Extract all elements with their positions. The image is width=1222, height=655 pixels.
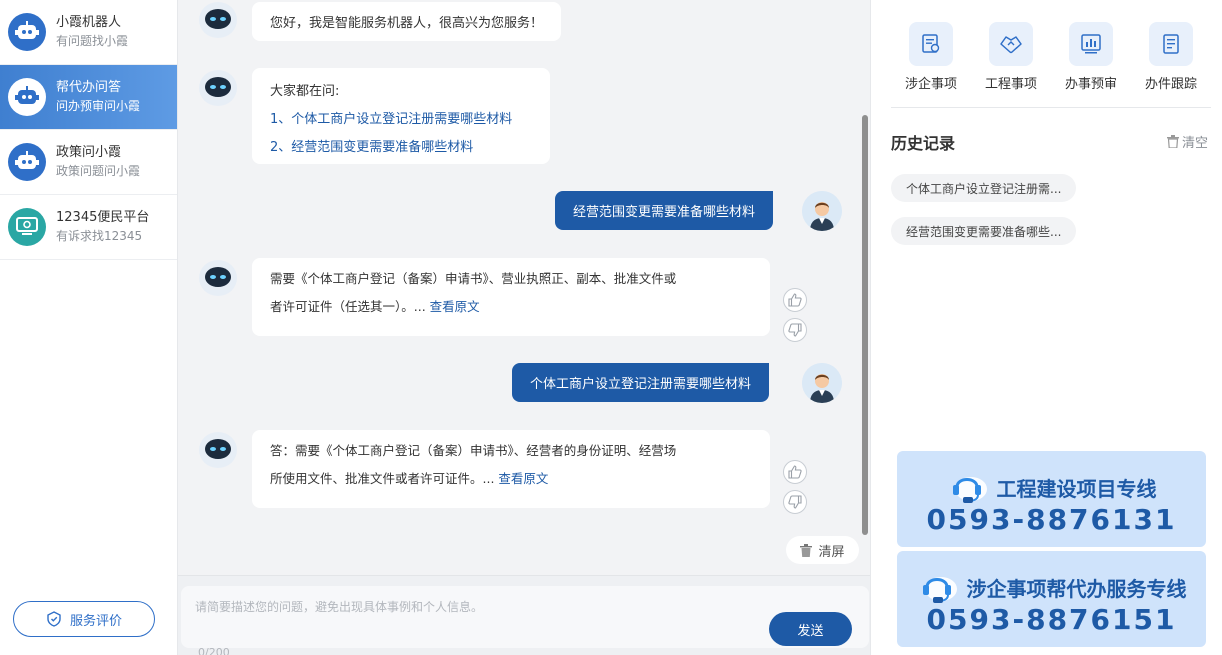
shortcut-engineering[interactable]: 工程事项 bbox=[971, 22, 1051, 92]
history-title: 历史记录 bbox=[891, 134, 956, 153]
sidebar-item-subtitle: 政策问题问小霞 bbox=[56, 164, 141, 178]
monitor-icon bbox=[8, 208, 46, 246]
view-original-link[interactable]: 查看原文 bbox=[498, 471, 548, 486]
clear-screen-label: 清屏 bbox=[818, 544, 845, 560]
greeting-text: 您好，我是智能服务机器人，很高兴为您服务！ bbox=[270, 16, 544, 31]
question-input[interactable] bbox=[195, 598, 755, 622]
trash-icon bbox=[1167, 135, 1179, 148]
hotline-number: 0593-8876151 bbox=[926, 603, 1177, 636]
sidebar-item-12345[interactable]: 12345便民平台 有诉求找12345 bbox=[0, 195, 177, 260]
bot-message-answer-1: 需要《个体工商户登记（备案）申请书》、营业执照正、副本、批准文件或 者许可证件（… bbox=[252, 258, 770, 336]
thumbs-up-button[interactable] bbox=[783, 288, 807, 312]
user-message-text: 经营范围变更需要准备哪些材料 bbox=[573, 205, 756, 220]
hotline-number: 0593-8876131 bbox=[926, 503, 1177, 536]
clear-screen-button[interactable]: 清屏 bbox=[786, 536, 859, 564]
history-item[interactable]: 经营范围变更需要准备哪些... bbox=[891, 217, 1077, 245]
document-seal-icon bbox=[909, 22, 953, 66]
sidebar-item-title: 政策问小霞 bbox=[56, 145, 122, 160]
robot-icon bbox=[8, 13, 46, 51]
right-panel: 涉企事项 工程事项 办事预审 办件跟踪 历史记录 清空 个体工商户设立登记注册需… bbox=[870, 0, 1222, 655]
view-original-link[interactable]: 查看原文 bbox=[430, 299, 480, 314]
bot-message-faq: 大家都在问: 1、个体工商户设立登记注册需要哪些材料 2、经营范围变更需要准备哪… bbox=[252, 68, 550, 164]
shortcut-label: 办事预审 bbox=[1064, 77, 1117, 92]
thumbs-down-button[interactable] bbox=[783, 490, 807, 514]
send-button[interactable]: 发送 bbox=[769, 612, 852, 646]
file-icon bbox=[1149, 22, 1193, 66]
user-message-2: 个体工商户设立登记注册需要哪些材料 bbox=[512, 363, 770, 402]
answer-text-line: 需要《个体工商户登记（备案）申请书》、营业执照正、副本、批准文件或 bbox=[270, 271, 677, 286]
user-avatar bbox=[802, 363, 842, 403]
user-avatar bbox=[802, 191, 842, 231]
user-message-1: 经营范围变更需要准备哪些材料 bbox=[555, 191, 774, 230]
input-box: 0/200 发送 bbox=[181, 586, 869, 655]
robot-avatar bbox=[198, 0, 238, 40]
sidebar-item-robot[interactable]: 小霞机器人 有问题找小霞 bbox=[0, 0, 177, 65]
thumbs-down-button[interactable] bbox=[783, 318, 807, 342]
badge-icon bbox=[47, 611, 61, 627]
shortcut-tracking[interactable]: 办件跟踪 bbox=[1131, 22, 1211, 92]
answer-text-line: 者许可证件（任选其一）。... bbox=[270, 299, 426, 314]
history-item[interactable]: 个体工商户设立登记注册需... bbox=[891, 174, 1077, 202]
headset-icon bbox=[922, 577, 957, 603]
robot-avatar bbox=[198, 258, 238, 298]
handshake-icon bbox=[989, 22, 1033, 66]
sidebar-item-title: 帮代办问答 bbox=[56, 80, 122, 95]
user-message-text: 个体工商户设立登记注册需要哪些材料 bbox=[530, 377, 752, 392]
bar-chart-icon bbox=[1069, 22, 1113, 66]
robot-avatar bbox=[198, 68, 238, 108]
sidebar-item-policy[interactable]: 政策问小霞 政策问题问小霞 bbox=[0, 130, 177, 195]
history-clear-button[interactable]: 清空 bbox=[1167, 132, 1208, 151]
thumbs-down-icon bbox=[788, 323, 802, 337]
scrollbar-thumb[interactable] bbox=[862, 115, 868, 535]
shortcut-label: 工程事项 bbox=[984, 77, 1037, 92]
hotline-card-enterprise[interactable]: 涉企事项帮代办服务专线 0593-8876151 bbox=[897, 551, 1206, 647]
sidebar-item-subtitle: 问办预审问小霞 bbox=[56, 99, 141, 113]
shortcut-enterprise[interactable]: 涉企事项 bbox=[891, 22, 971, 92]
shortcut-label: 办件跟踪 bbox=[1144, 77, 1197, 92]
char-counter: 0/200 bbox=[198, 646, 230, 655]
sidebar-item-title: 小霞机器人 bbox=[56, 15, 122, 30]
sidebar-item-subtitle: 有问题找小霞 bbox=[56, 34, 129, 48]
shortcut-pre-review[interactable]: 办事预审 bbox=[1051, 22, 1131, 92]
service-evaluation-button[interactable]: 服务评价 bbox=[13, 601, 155, 637]
sidebar-item-title: 12345便民平台 bbox=[56, 210, 150, 225]
hotline-title: 工程建设项目专线 bbox=[996, 476, 1157, 501]
bot-message-greeting: 您好，我是智能服务机器人，很高兴为您服务！ bbox=[252, 2, 562, 41]
faq-title: 大家都在问: bbox=[270, 84, 340, 99]
thumbs-up-icon bbox=[788, 293, 802, 307]
history-clear-label: 清空 bbox=[1182, 136, 1209, 151]
faq-link-2[interactable]: 2、经营范围变更需要准备哪些材料 bbox=[270, 134, 532, 162]
bot-message-answer-2: 答：需要《个体工商户登记（备案）申请书》、经营者的身份证明、经营场 所使用文件、… bbox=[252, 430, 770, 508]
shortcut-label: 涉企事项 bbox=[904, 77, 957, 92]
hotline-card-engineering[interactable]: 工程建设项目专线 0593-8876131 bbox=[897, 451, 1206, 547]
chat-scrollbar[interactable] bbox=[860, 0, 870, 575]
robot-icon bbox=[8, 78, 46, 116]
headset-icon bbox=[952, 477, 987, 503]
thumbs-down-icon bbox=[788, 495, 802, 509]
thumbs-up-icon bbox=[788, 465, 802, 479]
hotline-title: 涉企事项帮代办服务专线 bbox=[966, 576, 1187, 601]
chat-panel: 您好，我是智能服务机器人，很高兴为您服务！ 大家都在问: 1、个体工商户设立登记… bbox=[178, 0, 870, 575]
answer-text-line: 答：需要《个体工商户登记（备案）申请书》、经营者的身份证明、经营场 bbox=[270, 443, 677, 458]
robot-icon bbox=[8, 143, 46, 181]
answer-text-line: 所使用文件、批准文件或者许可证件。... bbox=[270, 471, 495, 486]
input-area: 0/200 发送 bbox=[178, 575, 870, 655]
robot-avatar bbox=[198, 430, 238, 470]
sidebar-item-agency-qa[interactable]: 帮代办问答 问办预审问小霞 bbox=[0, 65, 177, 130]
faq-link-1[interactable]: 1、个体工商户设立登记注册需要哪些材料 bbox=[270, 106, 532, 134]
trash-icon bbox=[800, 543, 813, 557]
service-evaluation-label: 服务评价 bbox=[69, 613, 122, 629]
sidebar: 小霞机器人 有问题找小霞 帮代办问答 问办预审问小霞 政策问小霞 政策问题问小霞… bbox=[0, 0, 178, 655]
shortcut-bar: 涉企事项 工程事项 办事预审 办件跟踪 bbox=[891, 22, 1211, 108]
sidebar-item-subtitle: 有诉求找12345 bbox=[56, 229, 143, 243]
thumbs-up-button[interactable] bbox=[783, 460, 807, 484]
